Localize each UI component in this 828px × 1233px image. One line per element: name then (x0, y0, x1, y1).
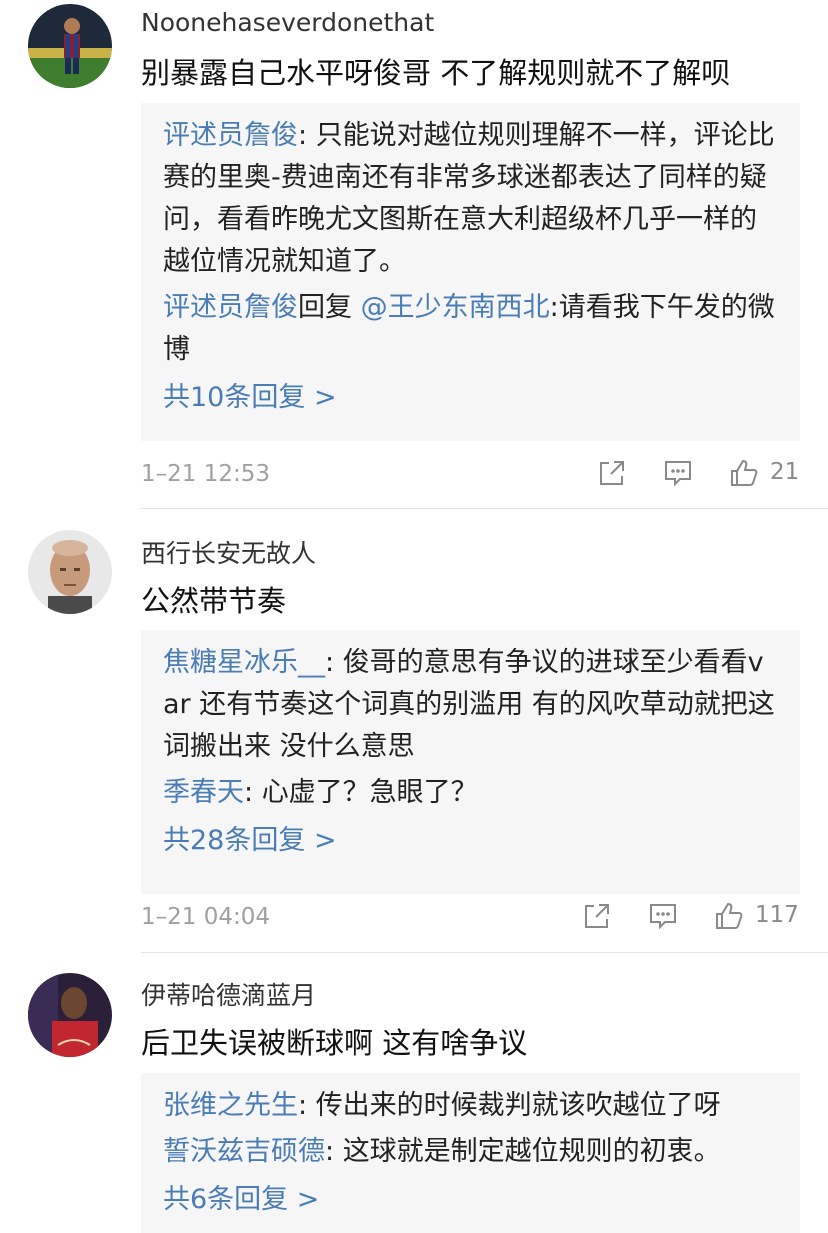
reply-separator: : (298, 1090, 316, 1121)
reply-mention[interactable]: @王少东南西北 (361, 292, 550, 323)
comment-item: 伊蒂哈德滴蓝月 后卫失误被断球啊 这有啥争议 张维之先生: 传出来的时候裁判就该… (0, 952, 828, 1233)
reply-box[interactable]: 张维之先生: 传出来的时候裁判就该吹越位了呀 誓沃兹吉硕德: 这球就是制定越位规… (141, 1073, 800, 1233)
comment-icon[interactable] (647, 900, 679, 932)
username[interactable]: Noonehaseverdonethat (141, 8, 434, 37)
reply-text: 心虚了？急眼了？ (261, 777, 478, 808)
reply-author[interactable]: 评述员詹俊 (163, 292, 298, 323)
thumbs-up-icon[interactable] (713, 900, 745, 932)
comment-icon[interactable] (662, 457, 694, 489)
reply-item[interactable]: 评述员詹俊: 只能说对越位规则理解不一样，评论比赛的里奥-费迪南还有非常多球迷都… (163, 115, 778, 283)
reply-separator: 回复 (298, 292, 361, 323)
like-count: 117 (755, 902, 799, 928)
thumbs-up-icon[interactable] (728, 457, 760, 489)
comment-meta: 1–21 04:04 117 (141, 902, 801, 936)
avatar[interactable] (28, 4, 112, 88)
username[interactable]: 伊蒂哈德滴蓝月 (141, 976, 316, 1012)
comment-item: 西行长安无故人 公然带节奏 焦糖星冰乐__: 俊哥的意思有争议的进球至少看看va… (0, 510, 828, 953)
avatar[interactable] (28, 973, 112, 1057)
reply-separator: : (298, 120, 316, 151)
comment-text: 后卫失误被断球啊 这有啥争议 (141, 1026, 528, 1060)
avatar[interactable] (28, 530, 112, 614)
comment-meta: 1–21 12:53 21 (141, 459, 801, 493)
more-replies-link[interactable]: 共10条回复 > (163, 377, 778, 419)
reply-author[interactable]: 誓沃兹吉硕德 (163, 1136, 325, 1167)
reply-box[interactable]: 评述员詹俊: 只能说对越位规则理解不一样，评论比赛的里奥-费迪南还有非常多球迷都… (141, 103, 800, 441)
divider (141, 508, 828, 509)
share-icon[interactable] (581, 900, 613, 932)
more-replies-link[interactable]: 共28条回复 > (163, 820, 778, 862)
reply-item[interactable]: 焦糖星冰乐__: 俊哥的意思有争议的进球至少看看var 还有节奏这个词真的别滥用… (163, 642, 778, 768)
reply-item[interactable]: 评述员詹俊回复 @王少东南西北:请看我下午发的微博 (163, 287, 778, 371)
reply-item[interactable]: 誓沃兹吉硕德: 这球就是制定越位规则的初衷。 (163, 1131, 778, 1173)
username[interactable]: 西行长安无故人 (141, 534, 316, 570)
like-count: 21 (770, 459, 800, 485)
reply-separator: : (325, 647, 343, 678)
reply-author[interactable]: 张维之先生 (163, 1090, 298, 1121)
reply-text: 传出来的时候裁判就该吹越位了呀 (315, 1090, 721, 1121)
reply-box[interactable]: 焦糖星冰乐__: 俊哥的意思有争议的进球至少看看var 还有节奏这个词真的别滥用… (141, 630, 800, 894)
timestamp: 1–21 04:04 (141, 904, 270, 930)
comment-text: 公然带节奏 (141, 584, 287, 618)
reply-separator: : (325, 1136, 343, 1167)
reply-author[interactable]: 评述员詹俊 (163, 120, 298, 151)
reply-author[interactable]: 焦糖星冰乐__ (163, 647, 325, 678)
action-bar: 117 (581, 900, 801, 940)
action-bar: 21 (596, 457, 801, 497)
reply-separator: : (244, 777, 262, 808)
reply-item[interactable]: 张维之先生: 传出来的时候裁判就该吹越位了呀 (163, 1085, 778, 1127)
reply-text: 这球就是制定越位规则的初衷。 (342, 1136, 721, 1167)
share-icon[interactable] (596, 457, 628, 489)
reply-item[interactable]: 季春天: 心虚了？急眼了？ (163, 772, 778, 814)
reply-author[interactable]: 季春天 (163, 777, 244, 808)
comment-item: Noonehaseverdonethat 别暴露自己水平呀俊哥 不了解规则就不了… (0, 0, 828, 510)
comment-text: 别暴露自己水平呀俊哥 不了解规则就不了解呗 (141, 56, 731, 90)
more-replies-link[interactable]: 共6条回复 > (163, 1179, 778, 1221)
timestamp: 1–21 12:53 (141, 461, 270, 487)
